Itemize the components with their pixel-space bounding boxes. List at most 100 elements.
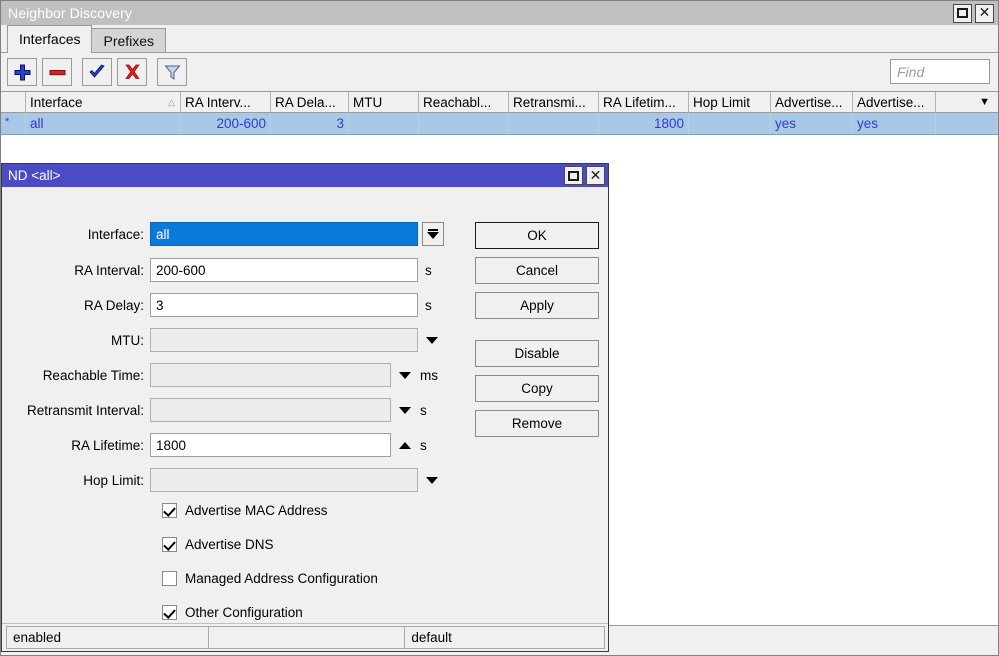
chevron-up-icon — [399, 442, 411, 449]
column-header-advertise[interactable]: Advertise... — [853, 92, 936, 112]
input-mtu[interactable] — [150, 328, 418, 352]
maximize-icon — [957, 8, 968, 18]
table-header-row: Interface△ RA Interv... RA Dela... MTU Reach… — [1, 92, 998, 113]
filter-button[interactable] — [157, 58, 187, 86]
dialog-maximize-button[interactable] — [564, 166, 583, 185]
column-header-hop-limit[interactable]: Hop Limit — [689, 92, 771, 112]
table-cell — [349, 113, 419, 134]
tab-interfaces[interactable]: Interfaces — [7, 25, 92, 52]
status-panel-1: enabled — [6, 626, 209, 649]
input-ra-delay[interactable]: 3 — [150, 293, 418, 317]
spinner-hop-limit[interactable] — [424, 477, 440, 484]
column-header-advertise[interactable]: Advertise... — [771, 92, 853, 112]
dropdown-button-interface[interactable] — [422, 222, 444, 246]
input-retransmit-interval[interactable] — [150, 398, 391, 422]
column-header-label: RA Interv... — [185, 95, 251, 110]
input-ra-lifetime[interactable]: 1800 — [150, 433, 391, 457]
dialog-title: ND <all> — [8, 168, 564, 183]
table-cell — [509, 113, 599, 134]
find-input[interactable]: Find — [890, 59, 990, 84]
spinner-reachable-time[interactable] — [397, 372, 413, 379]
column-header-mtu[interactable]: MTU — [349, 92, 419, 112]
tabstrip: Interfaces Prefixes — [1, 25, 998, 53]
dialog-body: Interface:allRA Interval:200-600sRA Dela… — [2, 187, 608, 623]
table-cell — [419, 113, 509, 134]
maximize-button[interactable] — [953, 4, 972, 23]
unit-ra-interval: s — [425, 263, 432, 278]
main-titlebar: Neighbor Discovery ✕ — [1, 1, 998, 25]
close-icon: ✕ — [590, 169, 602, 183]
checkbox-advertise-mac-address[interactable]: Advertise MAC Address — [162, 500, 328, 520]
column-header-label: Interface — [30, 95, 83, 110]
checkbox-label: Advertise MAC Address — [185, 503, 328, 518]
chevron-down-icon — [426, 337, 438, 344]
checkbox-label: Other Configuration — [185, 605, 303, 620]
column-header-interface[interactable]: Interface△ — [26, 92, 181, 112]
find-placeholder: Find — [897, 64, 924, 80]
table-cell: 1800 — [599, 113, 689, 134]
chevron-down-icon: ▼ — [979, 96, 990, 108]
field-row-reachable-time: Reachable Time:ms — [2, 362, 472, 388]
table-row[interactable]: *all200-60031800yesyes — [1, 113, 998, 135]
checkmark-icon — [162, 605, 177, 620]
maximize-icon — [568, 171, 579, 181]
input-interface[interactable]: all — [150, 222, 418, 246]
ok-button[interactable]: OK — [475, 222, 599, 249]
table-body: *all200-60031800yesyes — [1, 113, 998, 135]
remove-button[interactable]: Remove — [475, 410, 599, 437]
tab-prefixes[interactable]: Prefixes — [91, 28, 166, 52]
dialog-close-button[interactable]: ✕ — [586, 166, 605, 185]
column-header-ra-dela[interactable]: RA Dela... — [271, 92, 349, 112]
unit-retransmit-interval: s — [420, 403, 427, 418]
table-cell-filler — [936, 113, 998, 134]
input-ra-interval[interactable]: 200-600 — [150, 258, 418, 282]
field-row-ra-lifetime: RA Lifetime:1800s — [2, 432, 472, 458]
table-cell: 3 — [271, 113, 349, 134]
column-header-label: Reachabl... — [423, 95, 491, 110]
funnel-icon — [164, 64, 181, 81]
copy-button[interactable]: Copy — [475, 375, 599, 402]
column-header-ra-interv[interactable]: RA Interv... — [181, 92, 271, 112]
remove-button[interactable] — [42, 58, 72, 86]
column-header-ra-lifetim[interactable]: RA Lifetim... — [599, 92, 689, 112]
chevron-down-icon — [427, 232, 439, 239]
spinner-ra-lifetime[interactable] — [397, 442, 413, 449]
column-header-retransmi[interactable]: Retransmi... — [509, 92, 599, 112]
cross-icon — [124, 64, 141, 80]
label-ra-interval: RA Interval: — [2, 263, 150, 278]
checkbox-label: Managed Address Configuration — [185, 571, 378, 586]
nd-dialog: ND <all> ✕ Interface:allRA Interval:200-… — [1, 163, 609, 652]
checkbox-managed-address-configuration[interactable]: Managed Address Configuration — [162, 568, 378, 588]
disable-button[interactable]: Disable — [475, 340, 599, 367]
column-header-flag[interactable] — [1, 92, 26, 112]
input-hop-limit[interactable] — [150, 468, 418, 492]
add-button[interactable] — [7, 58, 37, 86]
checkmark-icon — [162, 503, 177, 518]
toolbar: Find — [1, 53, 998, 91]
column-header-reachabl[interactable]: Reachabl... — [419, 92, 509, 112]
close-icon: ✕ — [979, 6, 991, 20]
label-reachable-time: Reachable Time: — [2, 368, 150, 383]
tab-prefixes-label: Prefixes — [103, 33, 154, 49]
cancel-button[interactable]: Cancel — [475, 257, 599, 284]
spinner-retransmit-interval[interactable] — [397, 407, 413, 414]
checkbox-other-configuration[interactable]: Other Configuration — [162, 602, 303, 622]
column-menu-button[interactable]: ▼ — [936, 92, 998, 112]
column-header-label: MTU — [353, 95, 382, 110]
checkbox-label: Advertise DNS — [185, 537, 274, 552]
label-ra-lifetime: RA Lifetime: — [2, 438, 150, 453]
close-button[interactable]: ✕ — [975, 4, 994, 23]
checkbox-advertise-dns[interactable]: Advertise DNS — [162, 534, 274, 554]
column-header-label: RA Lifetim... — [603, 95, 676, 110]
field-row-ra-interval: RA Interval:200-600 s — [2, 257, 472, 283]
label-mtu: MTU: — [2, 333, 150, 348]
status-panel-3: default — [404, 626, 605, 649]
enable-button[interactable] — [82, 58, 112, 86]
input-reachable-time[interactable] — [150, 363, 391, 387]
disable-button[interactable] — [117, 58, 147, 86]
field-row-ra-delay: RA Delay:3s — [2, 292, 472, 318]
apply-button[interactable]: Apply — [475, 292, 599, 319]
field-row-retransmit-interval: Retransmit Interval:s — [2, 397, 472, 423]
table-cell — [689, 113, 771, 134]
spinner-mtu[interactable] — [424, 337, 440, 344]
